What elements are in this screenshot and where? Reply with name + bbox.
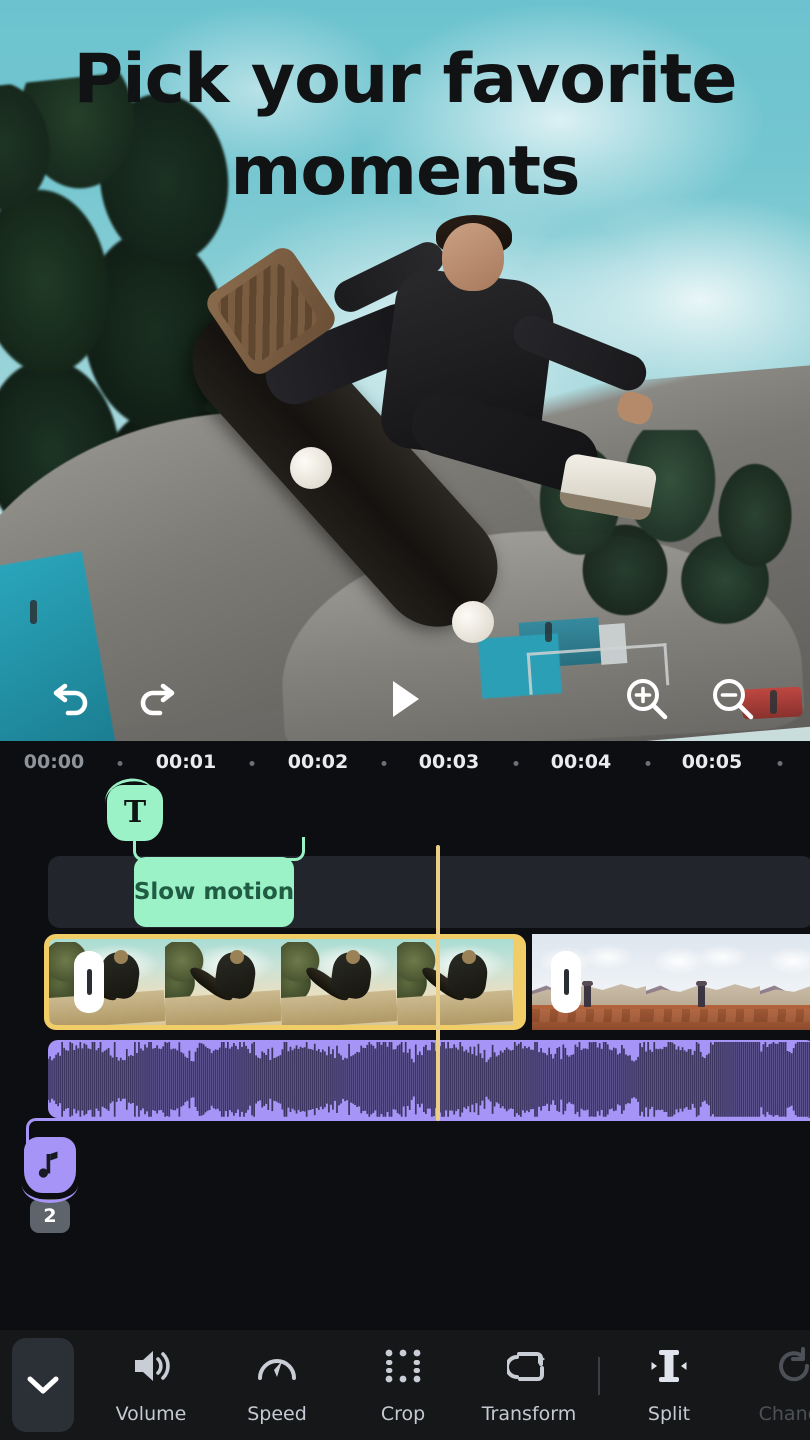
play-icon: [385, 677, 425, 721]
trim-handle-left[interactable]: [74, 951, 104, 1013]
ruler-tick-dot: [118, 761, 123, 766]
change-icon: [773, 1346, 810, 1386]
audio-track-badge[interactable]: [24, 1137, 76, 1193]
split-icon: [649, 1346, 689, 1391]
ruler-tick-dot: [646, 761, 651, 766]
tool-volume[interactable]: Volume: [88, 1338, 214, 1432]
tool-transform[interactable]: Transform: [466, 1338, 592, 1432]
tool-transform-label: Transform: [482, 1403, 577, 1425]
volume-icon: [129, 1346, 173, 1391]
timeline-playhead[interactable]: [436, 845, 440, 1121]
ruler-tick-dot: [514, 761, 519, 766]
ruler-tick-label: 00:00: [24, 751, 84, 773]
timeline-ruler[interactable]: 00:00 00:01 00:02 00:03 00:04 00:05: [0, 741, 810, 785]
preview-skater-hand-right: [614, 388, 656, 427]
tool-change[interactable]: Change: [732, 1338, 810, 1432]
text-clip-slow-motion[interactable]: Slow motion: [134, 857, 294, 927]
preview-skater: [210, 215, 650, 665]
video-track-row[interactable]: [44, 934, 810, 1030]
trim-handle-right-grip: [564, 969, 569, 995]
volume-icon: [129, 1346, 173, 1386]
text-track-row[interactable]: Slow motion: [48, 856, 810, 928]
tool-crop-label: Crop: [381, 1403, 425, 1425]
preview-title-overlay: Pick your favorite moments: [0, 34, 810, 218]
audio-track-row[interactable]: [48, 1040, 810, 1118]
tool-crop[interactable]: Crop: [340, 1338, 466, 1432]
transform-icon: [507, 1346, 551, 1391]
toolbar-items: Volume Speed Crop Transform Split Change: [74, 1338, 810, 1432]
zoom-out-icon: [709, 675, 757, 723]
tool-speed-label: Speed: [247, 1403, 307, 1425]
zoom-in-button[interactable]: [611, 663, 683, 735]
timeline-panel[interactable]: 00:00 00:01 00:02 00:03 00:04 00:05 T Slow mo…: [0, 741, 810, 1331]
audio-track-bracket: [26, 1118, 810, 1144]
ruler-tick-dot: [778, 761, 783, 766]
video-thumbnail: [532, 934, 646, 1030]
redo-button[interactable]: [122, 663, 194, 735]
video-thumbnail: [49, 939, 165, 1025]
trim-handle-left-grip: [87, 969, 92, 995]
crop-icon: [382, 1346, 424, 1391]
preview-skater-shoe-right: [558, 452, 658, 521]
video-thumbnail: [760, 934, 810, 1030]
zoom-in-icon: [623, 675, 671, 723]
tool-volume-label: Volume: [116, 1403, 187, 1425]
play-button[interactable]: [369, 663, 441, 735]
text-track-badge[interactable]: T: [107, 785, 163, 841]
text-track-bracket: [133, 837, 305, 861]
ruler-tick-label: 00:01: [156, 751, 216, 773]
tool-split[interactable]: Split: [606, 1338, 732, 1432]
tool-change-label: Change: [759, 1403, 810, 1425]
ruler-tick-label: 00:05: [682, 751, 742, 773]
bottom-toolbar: Volume Speed Crop Transform Split Change: [0, 1330, 810, 1440]
ruler-tick-dot: [382, 761, 387, 766]
video-preview[interactable]: Pick your favorite moments: [0, 0, 810, 741]
collapse-toolbar-button[interactable]: [12, 1338, 74, 1432]
text-icon: T: [124, 798, 146, 828]
undo-icon: [47, 679, 93, 719]
change-icon: [773, 1346, 810, 1391]
preview-wheel-1: [290, 447, 332, 489]
ruler-tick-label: 00:04: [551, 751, 611, 773]
trim-handle-right[interactable]: [551, 951, 581, 1013]
zoom-out-button[interactable]: [697, 663, 769, 735]
ruler-tick-label: 00:03: [419, 751, 479, 773]
speed-icon: [255, 1346, 299, 1386]
transform-icon: [507, 1346, 551, 1386]
ruler-tick-label: 00:02: [288, 751, 348, 773]
music-note-icon: [37, 1150, 63, 1180]
video-thumbnail: [165, 939, 281, 1025]
tool-speed[interactable]: Speed: [214, 1338, 340, 1432]
speed-icon: [255, 1346, 299, 1391]
toolbar-divider: [598, 1357, 600, 1395]
video-editor-app: Pick your favorite moments: [0, 0, 810, 1440]
preview-controls: [0, 663, 810, 735]
crop-icon: [382, 1346, 424, 1386]
video-clip-1-selected[interactable]: [44, 934, 526, 1030]
split-icon: [649, 1346, 689, 1386]
undo-button[interactable]: [34, 663, 106, 735]
tool-split-label: Split: [648, 1403, 690, 1425]
video-thumbnail: [397, 939, 513, 1025]
preview-wheel-2: [452, 601, 494, 643]
audio-clip-count-badge: 2: [30, 1199, 70, 1233]
chevron-down-icon: [25, 1373, 61, 1397]
preview-person-left: [30, 600, 37, 624]
preview-skater-head: [442, 223, 504, 291]
ruler-tick-dot: [250, 761, 255, 766]
redo-icon: [135, 679, 181, 719]
video-thumbnail: [281, 939, 397, 1025]
video-thumbnail: [646, 934, 760, 1030]
audio-waveform: [48, 1040, 810, 1118]
video-clip-1-thumbnails: [49, 939, 521, 1025]
